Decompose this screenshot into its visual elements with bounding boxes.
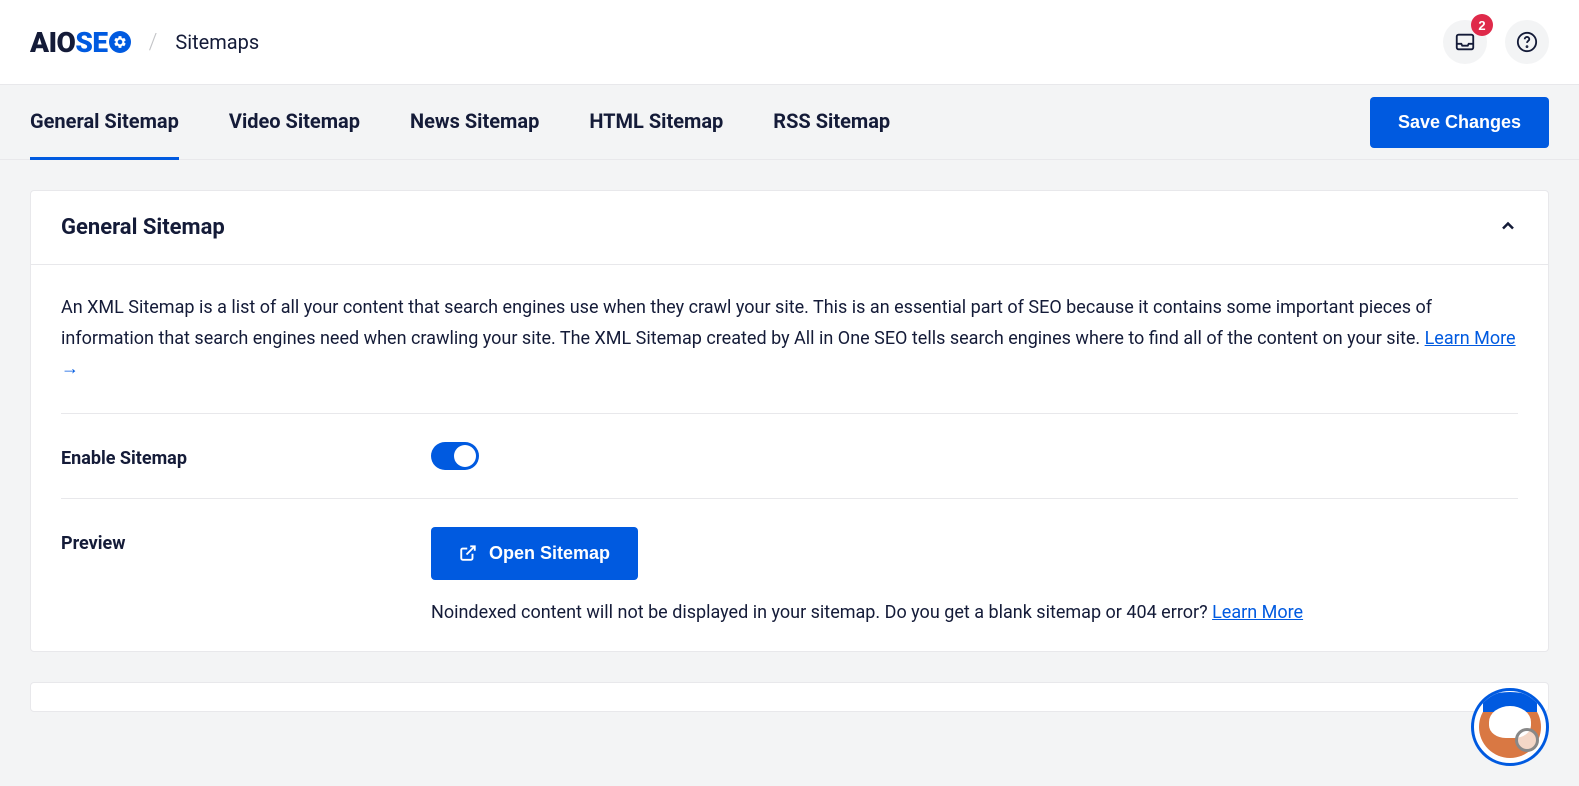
help-button[interactable] xyxy=(1505,20,1549,64)
next-card xyxy=(30,682,1549,712)
logo-aio-text: AIO xyxy=(30,26,75,59)
header-left: AIOSE / Sitemaps xyxy=(30,26,259,59)
divider xyxy=(61,498,1518,499)
external-link-icon xyxy=(459,544,477,562)
chevron-up-icon xyxy=(1498,216,1518,236)
mascot-button[interactable] xyxy=(1471,688,1549,766)
toggle-knob xyxy=(454,445,476,467)
help-text: Noindexed content will not be displayed … xyxy=(431,602,1518,623)
notification-badge: 2 xyxy=(1471,14,1493,36)
logo[interactable]: AIOSE xyxy=(30,26,131,59)
help-learn-more-link[interactable]: Learn More xyxy=(1212,602,1303,623)
tab-video-sitemap[interactable]: Video Sitemap xyxy=(229,85,360,160)
help-icon xyxy=(1516,31,1538,53)
enable-sitemap-control xyxy=(431,442,1518,470)
notifications-button[interactable]: 2 xyxy=(1443,20,1487,64)
enable-sitemap-toggle[interactable] xyxy=(431,442,479,470)
enable-sitemap-row: Enable Sitemap xyxy=(61,442,1518,470)
tab-general-sitemap[interactable]: General Sitemap xyxy=(30,85,179,160)
preview-control: Open Sitemap Noindexed content will not … xyxy=(431,527,1518,623)
open-sitemap-button[interactable]: Open Sitemap xyxy=(431,527,638,580)
breadcrumb-page: Sitemaps xyxy=(175,30,259,54)
arrow-icon: → xyxy=(61,358,79,379)
preview-row: Preview Open Sitemap Noindexed content w… xyxy=(61,527,1518,623)
tabs: General Sitemap Video Sitemap News Sitem… xyxy=(30,85,890,159)
save-changes-button[interactable]: Save Changes xyxy=(1370,97,1549,148)
tab-html-sitemap[interactable]: HTML Sitemap xyxy=(589,85,723,160)
header-right: 2 xyxy=(1443,20,1549,64)
tabs-bar: General Sitemap Video Sitemap News Sitem… xyxy=(0,85,1579,160)
gear-icon xyxy=(109,31,131,53)
enable-sitemap-label: Enable Sitemap xyxy=(61,442,431,469)
learn-more-link[interactable]: Learn More xyxy=(1425,328,1516,349)
breadcrumb-separator: / xyxy=(149,30,158,55)
app-header: AIOSE / Sitemaps 2 xyxy=(0,0,1579,85)
inbox-icon xyxy=(1454,31,1476,53)
collapse-toggle[interactable] xyxy=(1498,216,1518,240)
tab-rss-sitemap[interactable]: RSS Sitemap xyxy=(773,85,890,160)
mascot-icon xyxy=(1479,696,1541,758)
content: General Sitemap An XML Sitemap is a list… xyxy=(0,160,1579,742)
preview-label: Preview xyxy=(61,527,431,554)
general-sitemap-card: General Sitemap An XML Sitemap is a list… xyxy=(30,190,1549,652)
description-text: An XML Sitemap is a list of all your con… xyxy=(61,293,1518,385)
logo-seo-text: SE xyxy=(75,26,130,59)
tab-news-sitemap[interactable]: News Sitemap xyxy=(410,85,539,160)
card-header: General Sitemap xyxy=(31,191,1548,265)
divider xyxy=(61,413,1518,414)
card-title: General Sitemap xyxy=(61,215,225,240)
card-body: An XML Sitemap is a list of all your con… xyxy=(31,265,1548,651)
